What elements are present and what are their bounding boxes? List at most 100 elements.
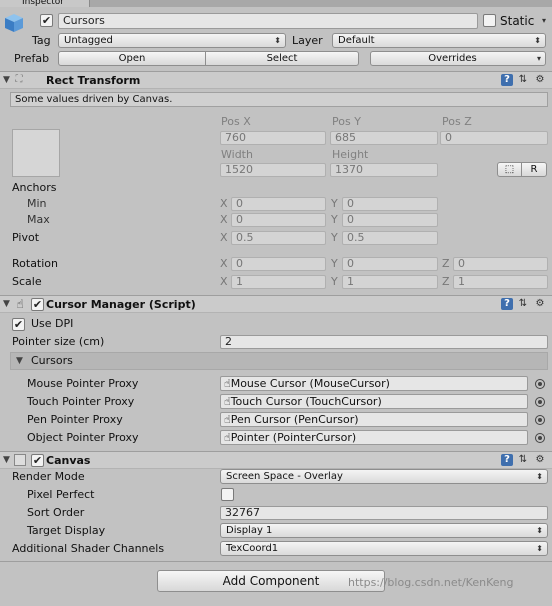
anchor-max-y-field[interactable]: 0 xyxy=(342,213,438,227)
inspector-tab[interactable]: Inspector xyxy=(0,0,90,7)
prefab-overrides-dropdown[interactable]: Overrides ▾ xyxy=(370,51,546,66)
target-icon[interactable] xyxy=(535,379,545,389)
static-dropdown-arrow[interactable]: ▾ xyxy=(540,14,550,29)
proxy-value: Pen Cursor (PenCursor) xyxy=(230,413,359,426)
tag-dropdown[interactable]: Untagged ⬍ xyxy=(58,33,286,48)
target-icon[interactable] xyxy=(535,415,545,425)
anchor-min-x-field[interactable]: 0 xyxy=(231,197,326,211)
sort-order-label: Sort Order xyxy=(27,506,85,519)
layer-value: Default xyxy=(338,35,375,46)
blueprint-mode-button[interactable]: ⬚ xyxy=(497,162,522,177)
tag-value: Untagged xyxy=(64,35,113,46)
proxy-label: Mouse Pointer Proxy xyxy=(27,377,139,390)
target-icon[interactable] xyxy=(535,397,545,407)
help-icon[interactable]: ? xyxy=(501,454,513,466)
foldout-expanded-icon[interactable]: ▼ xyxy=(3,299,10,309)
preset-icon[interactable]: ⇅ xyxy=(517,454,529,466)
prefab-select-button[interactable]: Select xyxy=(205,51,359,66)
layer-dropdown[interactable]: Default ⬍ xyxy=(332,33,546,48)
static-label: Static xyxy=(500,14,535,28)
rect-transform-title: Rect Transform xyxy=(46,74,141,87)
preset-icon[interactable]: ⇅ xyxy=(517,74,529,86)
target-display-label: Target Display xyxy=(27,524,106,537)
foldout-expanded-icon[interactable]: ▼ xyxy=(3,455,10,465)
target-icon[interactable] xyxy=(535,433,545,443)
help-icon[interactable]: ? xyxy=(501,298,513,310)
render-mode-dropdown[interactable]: Screen Space - Overlay ⬍ xyxy=(220,469,548,484)
rotation-x-field[interactable]: 0 xyxy=(231,257,326,271)
cursor-manager-enabled-checkbox[interactable]: ✔ xyxy=(31,298,44,311)
target-display-dropdown[interactable]: Display 1 ⬍ xyxy=(220,523,548,538)
shader-channels-dropdown[interactable]: TexCoord1 ⬍ xyxy=(220,541,548,556)
proxy-value: Touch Cursor (TouchCursor) xyxy=(230,395,382,408)
pixel-perfect-checkbox[interactable] xyxy=(221,488,234,501)
mouse-pointer-proxy-field[interactable]: ☝Mouse Cursor (MouseCursor) xyxy=(220,376,528,391)
chevron-updown-icon: ⬍ xyxy=(534,36,541,45)
canvas-enabled-checkbox[interactable]: ✔ xyxy=(31,454,44,467)
preset-icon[interactable]: ⇅ xyxy=(517,298,529,310)
static-checkbox[interactable] xyxy=(483,14,496,27)
scale-z-field[interactable]: 1 xyxy=(453,275,548,289)
pos-z-field[interactable]: 0 xyxy=(440,131,548,145)
pointer-size-field[interactable]: 2 xyxy=(220,335,548,349)
touch-pointer-proxy-field[interactable]: ☝Touch Cursor (TouchCursor) xyxy=(220,394,528,409)
gear-icon[interactable]: ⚙ xyxy=(534,454,546,466)
scale-y-axis: Y xyxy=(331,275,338,288)
shader-channels-value: TexCoord1 xyxy=(226,543,279,554)
anchor-presets-button[interactable] xyxy=(12,129,60,177)
foldout-expanded-icon[interactable]: ▼ xyxy=(3,75,10,85)
height-label: Height xyxy=(332,148,369,161)
overrides-label: Overrides xyxy=(428,53,477,64)
rotation-y-field[interactable]: 0 xyxy=(342,257,438,271)
render-mode-value: Screen Space - Overlay xyxy=(226,471,343,482)
anchors-min-label: Min xyxy=(27,197,47,210)
object-pointer-proxy-field[interactable]: ☝Pointer (PointerCursor) xyxy=(220,430,528,445)
shader-channels-label: Additional Shader Channels xyxy=(12,542,165,555)
sort-order-field[interactable]: 32767 xyxy=(220,506,548,520)
pivot-y-field[interactable]: 0.5 xyxy=(342,231,438,245)
hand-pointer-icon: ☝ xyxy=(224,413,231,426)
object-name-field[interactable]: Cursors xyxy=(58,13,478,29)
scale-y-field[interactable]: 1 xyxy=(342,275,438,289)
proxy-label: Touch Pointer Proxy xyxy=(27,395,135,408)
rot-z-axis: Z xyxy=(442,257,450,270)
anchor-min-y-field[interactable]: 0 xyxy=(342,197,438,211)
rotation-z-field[interactable]: 0 xyxy=(453,257,548,271)
min-x-axis: X xyxy=(220,197,228,210)
height-field[interactable]: 1370 xyxy=(330,163,438,177)
help-icon[interactable]: ? xyxy=(501,74,513,86)
anchors-max-label: Max xyxy=(27,213,50,226)
pivot-label: Pivot xyxy=(12,231,40,244)
layer-label: Layer xyxy=(292,34,323,47)
raw-edit-button[interactable]: R xyxy=(521,162,547,177)
rect-transform-header[interactable]: ▼ ⛶ Rect Transform ? ⇅ ⚙ xyxy=(0,71,552,89)
section-divider xyxy=(0,561,552,562)
pos-x-field[interactable]: 760 xyxy=(220,131,326,145)
canvas-header[interactable]: ▼ ✔ Canvas ? ⇅ ⚙ xyxy=(0,451,552,469)
script-hand-icon: ☝ xyxy=(16,297,24,311)
chevron-updown-icon: ⬍ xyxy=(536,544,543,553)
pen-pointer-proxy-field[interactable]: ☝Pen Cursor (PenCursor) xyxy=(220,412,528,427)
max-y-axis: Y xyxy=(331,213,338,226)
gear-icon[interactable]: ⚙ xyxy=(534,298,546,310)
gear-icon[interactable]: ⚙ xyxy=(534,74,546,86)
prefab-label: Prefab xyxy=(14,52,50,65)
pivot-x-field[interactable]: 0.5 xyxy=(231,231,326,245)
proxy-label: Pen Pointer Proxy xyxy=(27,413,123,426)
foldout-expanded-icon: ▼ xyxy=(16,356,23,366)
scale-x-field[interactable]: 1 xyxy=(231,275,326,289)
rot-y-axis: Y xyxy=(331,257,338,270)
pivot-x-axis: X xyxy=(220,231,228,244)
pos-y-field[interactable]: 685 xyxy=(330,131,438,145)
cursor-manager-header[interactable]: ▼ ☝ ✔ Cursor Manager (Script) ? ⇅ ⚙ xyxy=(0,295,552,313)
width-field[interactable]: 1520 xyxy=(220,163,326,177)
scale-z-axis: Z xyxy=(442,275,450,288)
tag-label: Tag xyxy=(32,34,51,47)
canvas-icon xyxy=(14,454,26,466)
anchors-label[interactable]: Anchors xyxy=(12,181,57,195)
prefab-open-button[interactable]: Open xyxy=(58,51,206,66)
active-checkbox[interactable]: ✔ xyxy=(40,14,53,27)
cursors-foldout[interactable]: ▼ Cursors xyxy=(10,352,548,370)
anchor-max-x-field[interactable]: 0 xyxy=(231,213,326,227)
use-dpi-checkbox[interactable]: ✔ xyxy=(12,318,25,331)
